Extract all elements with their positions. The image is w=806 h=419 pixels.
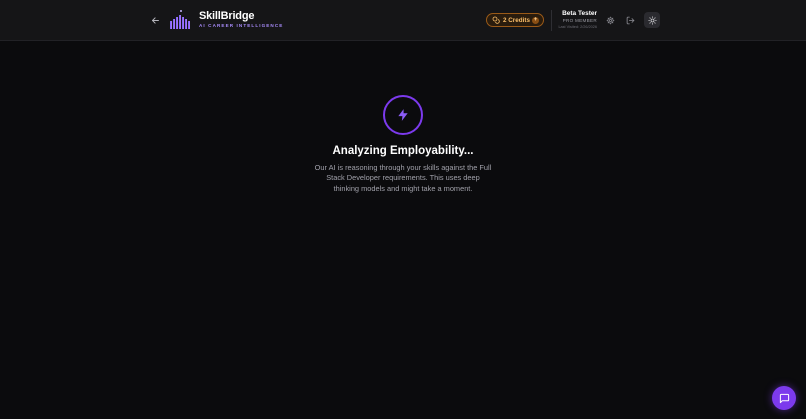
analyzing-status-indicator xyxy=(383,95,423,135)
gear-icon xyxy=(606,16,614,24)
bar-chart-logo-icon[interactable] xyxy=(169,9,193,29)
analyzing-title: Analyzing Employability... xyxy=(332,145,474,157)
add-credits-icon[interactable]: + xyxy=(532,17,539,24)
chat-bubble-icon xyxy=(779,393,789,403)
top-header: SkillBridge AI CAREER INTELLIGENCE 2 Cre… xyxy=(0,0,806,41)
theme-toggle-button[interactable] xyxy=(644,12,660,28)
settings-button[interactable] xyxy=(603,13,617,27)
coins-icon xyxy=(492,16,500,24)
header-divider xyxy=(551,10,552,31)
chat-button[interactable] xyxy=(772,386,796,410)
credits-label: 2 Credits xyxy=(503,16,530,24)
analyzing-description: Our AI is reasoning through your skills … xyxy=(314,163,492,193)
user-role-badge: PRO MEMBER xyxy=(562,18,597,23)
user-name: Beta Tester xyxy=(562,10,597,17)
logout-icon xyxy=(626,16,634,24)
back-button[interactable] xyxy=(148,13,162,27)
last-visited-text: Last Visited: 2/26/2026 xyxy=(558,25,597,29)
lightning-bolt-icon xyxy=(398,109,408,121)
arrow-left-icon xyxy=(151,16,159,24)
credits-badge[interactable]: 2 Credits + xyxy=(486,13,544,27)
brand-tagline: AI CAREER INTELLIGENCE xyxy=(199,23,284,28)
sun-icon xyxy=(647,15,657,25)
logout-button[interactable] xyxy=(623,13,637,27)
brand-name: SkillBridge xyxy=(199,10,255,22)
